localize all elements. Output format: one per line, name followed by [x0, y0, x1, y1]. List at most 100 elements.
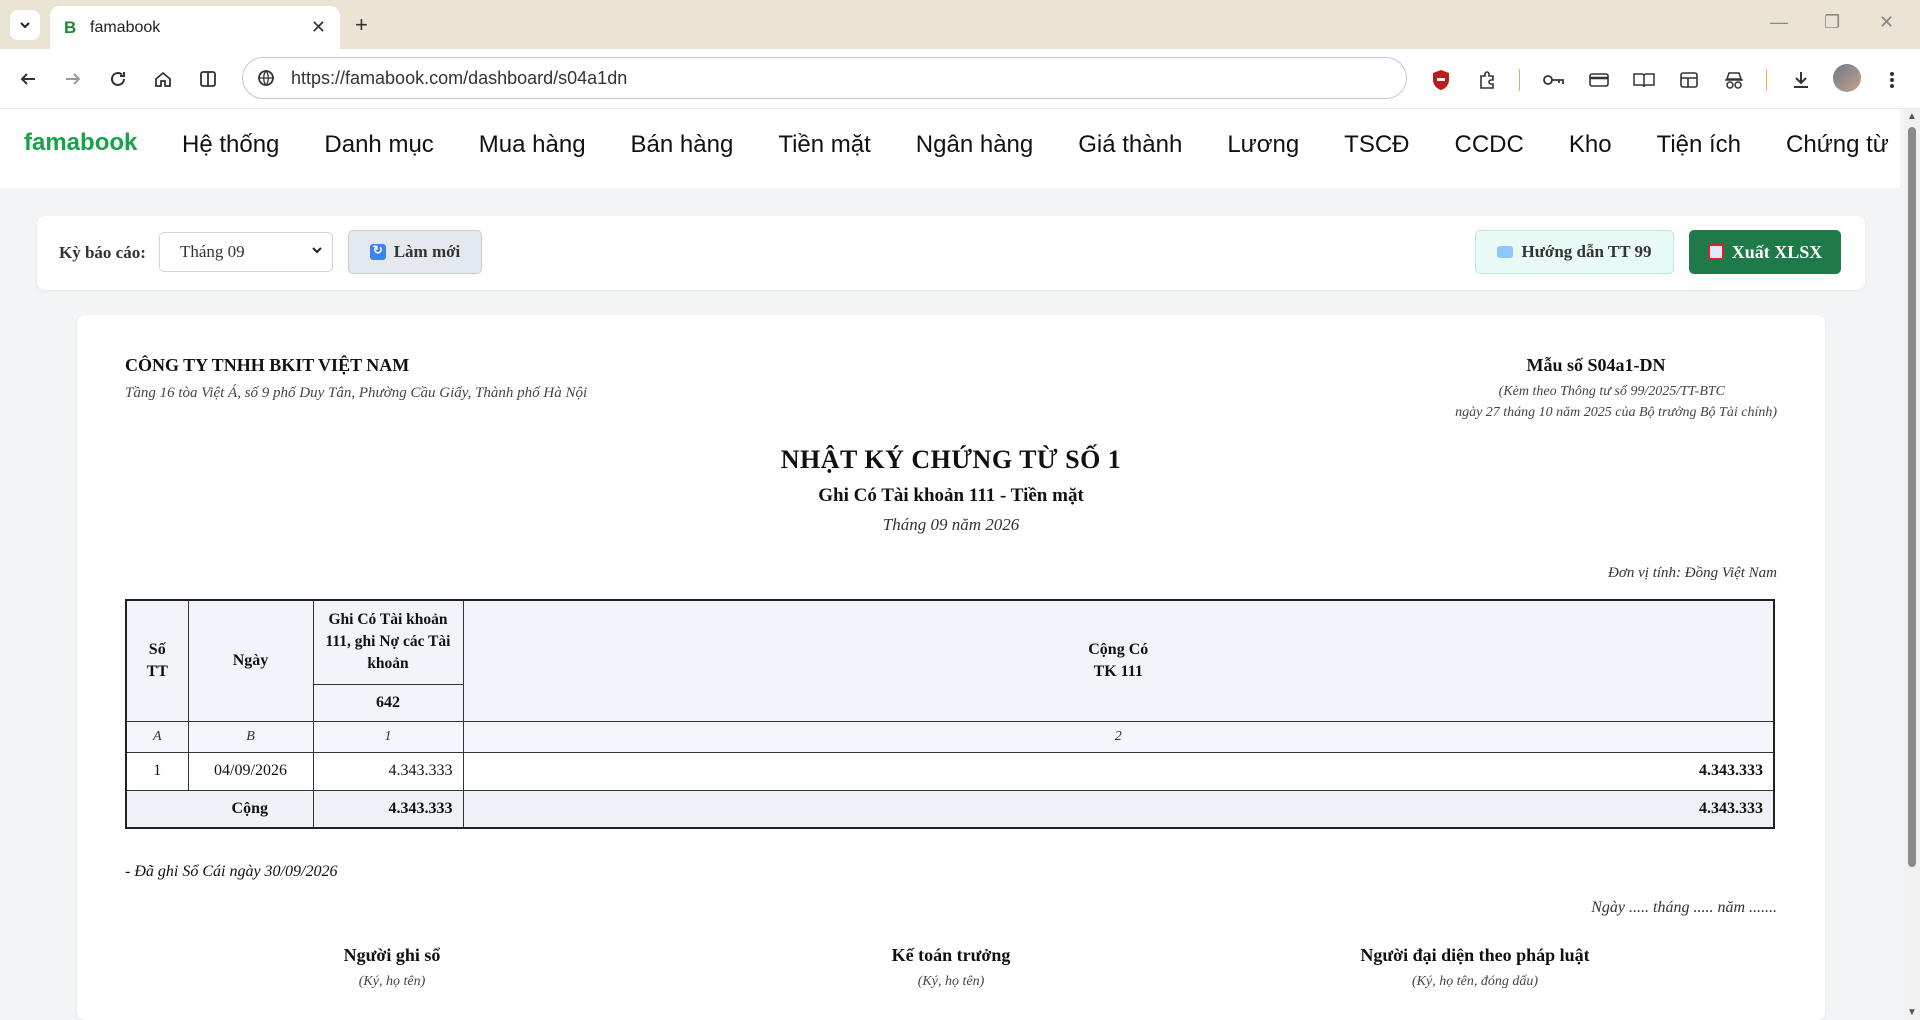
company-name: CÔNG TY TNHH BKIT VIỆT NAM: [125, 355, 410, 375]
row-date: 04/09/2026: [187, 751, 314, 791]
incognito-icon[interactable]: [1721, 67, 1747, 93]
more-menu-icon[interactable]: [1879, 67, 1905, 93]
menu-item-ngan-hang[interactable]: Ngân hàng: [916, 131, 1033, 159]
header-date: Ngày: [187, 599, 314, 722]
refresh-icon: ↻: [369, 243, 386, 260]
back-icon[interactable]: [16, 67, 40, 91]
index-1: 1: [312, 720, 464, 753]
chevron-down-icon: [312, 247, 322, 254]
index-b: B: [187, 720, 314, 753]
main-menu: Hệ thống Danh mục Mua hàng Bán hàng Tiền…: [182, 131, 1889, 159]
split-view-icon[interactable]: [196, 67, 220, 91]
refresh-button[interactable]: ↻ Làm mới: [348, 230, 482, 274]
app-logo[interactable]: famabook: [24, 129, 137, 157]
row-amount-642: 4.343.333: [312, 751, 464, 791]
download-icon[interactable]: [1788, 67, 1814, 93]
menu-item-danh-muc[interactable]: Danh mục: [324, 131, 433, 159]
period-select-value: Tháng 09: [180, 242, 245, 261]
reading-mode-icon[interactable]: [1631, 67, 1657, 93]
menu-item-kho[interactable]: Kho: [1569, 131, 1612, 159]
signer-title: Người ghi sổ: [343, 945, 441, 965]
header-total-credit-line-2: TK 111: [1093, 662, 1143, 680]
total-label: Cộng: [125, 789, 314, 829]
company-address: Tầng 16 tòa Việt Á, số 9 phố Duy Tân, Ph…: [125, 385, 588, 401]
guide-button-label: Hướng dẫn TT 99: [1521, 242, 1652, 261]
site-info-icon[interactable]: [257, 69, 275, 87]
menu-item-tscd[interactable]: TSCĐ: [1344, 131, 1409, 159]
password-key-icon[interactable]: [1541, 67, 1567, 93]
currency-unit: Đơn vị tính: Đồng Việt Nam: [1608, 565, 1777, 581]
restore-icon[interactable]: ❐: [1824, 12, 1840, 33]
menu-item-tien-mat[interactable]: Tiền mặt: [778, 131, 870, 159]
header-stt: Số TT: [125, 599, 189, 722]
chevron-down-icon: [20, 22, 30, 29]
signer-chief-accountant: Kế toán trưởng (Ký, họ tên): [741, 945, 1161, 990]
report-period: Tháng 09 năm 2026: [882, 515, 1020, 534]
total-row: Cộng 4.343.333 4.343.333: [125, 789, 1775, 829]
report-title: NHẬT KÝ CHỨNG TỪ SỐ 1: [780, 445, 1122, 474]
row-total: 4.343.333: [462, 751, 1775, 791]
header-account-642: 642: [312, 683, 464, 722]
index-a: A: [125, 720, 189, 753]
export-xlsx-button[interactable]: Xuất XLSX: [1689, 230, 1841, 274]
book-icon: [1497, 246, 1514, 258]
tab-layout-icon[interactable]: [1676, 67, 1702, 93]
browser-tab-bar: B famabook ✕ + — ❐ ✕: [0, 0, 1920, 49]
tab-search-button[interactable]: [10, 10, 40, 40]
profile-avatar[interactable]: [1833, 64, 1861, 92]
guide-button[interactable]: Hướng dẫn TT 99: [1475, 230, 1674, 274]
extensions-icon[interactable]: [1474, 67, 1500, 93]
menu-item-chung-tu[interactable]: Chứng từ: [1786, 131, 1889, 159]
browser-tab[interactable]: B famabook ✕: [50, 6, 340, 49]
signer-legal-representative: Người đại diện theo pháp luật (Ký, họ tê…: [1265, 945, 1685, 990]
menu-item-he-thong[interactable]: Hệ thống: [182, 131, 279, 159]
scroll-down-icon[interactable]: ▼: [1907, 1007, 1917, 1018]
menu-item-ban-hang[interactable]: Bán hàng: [631, 131, 734, 159]
sign-date-line: Ngày ..... tháng ..... năm .......: [1591, 899, 1777, 916]
minimize-icon[interactable]: —: [1770, 12, 1788, 33]
close-tab-icon[interactable]: ✕: [311, 17, 326, 38]
page-scrollbar[interactable]: ▲ ▼: [1904, 109, 1920, 1020]
form-number: Mẫu số S04a1-DN: [1526, 355, 1666, 375]
form-reference-line-2: ngày 27 tháng 10 năm 2025 của Bộ trưởng …: [1455, 405, 1777, 420]
table-row: 1 04/09/2026 4.343.333 4.343.333: [125, 751, 1775, 791]
famabook-favicon-icon: B: [64, 17, 77, 37]
scrollbar-thumb[interactable]: [1908, 127, 1916, 867]
index-2: 2: [462, 720, 1775, 753]
header-debit-accounts: Ghi Có Tài khoản 111, ghi Nợ các Tài kho…: [312, 599, 464, 685]
menu-item-gia-thanh[interactable]: Giá thành: [1078, 131, 1182, 159]
report-document: CÔNG TY TNHH BKIT VIỆT NAM Tầng 16 tòa V…: [77, 315, 1825, 1020]
signer-instruction: (Ký, họ tên): [917, 974, 985, 989]
menu-item-tien-ich[interactable]: Tiện ích: [1657, 131, 1741, 159]
home-icon[interactable]: [151, 67, 175, 91]
total-amount-642: 4.343.333: [312, 789, 464, 829]
payment-card-icon[interactable]: [1586, 67, 1612, 93]
form-reference: (Kèm theo Thông tư số 99/2025/TT-BTC ngà…: [1377, 381, 1777, 423]
tab-title: famabook: [90, 18, 161, 36]
export-button-label: Xuất XLSX: [1731, 241, 1823, 262]
journal-table: Số TT Ngày Ghi Có Tài khoản 111, ghi Nợ …: [125, 599, 1775, 829]
form-reference-line-1: (Kèm theo Thông tư số 99/2025/TT-BTC: [1498, 384, 1725, 399]
new-tab-icon[interactable]: +: [355, 12, 368, 38]
menu-item-ccdc[interactable]: CCDC: [1455, 131, 1524, 159]
window-close-icon[interactable]: ✕: [1879, 12, 1894, 33]
row-stt: 1: [125, 751, 189, 791]
signer-title: Người đại diện theo pháp luật: [1360, 945, 1590, 965]
signer-instruction: (Ký, họ tên): [358, 974, 426, 989]
reload-icon[interactable]: [106, 67, 130, 91]
report-subtitle: Ghi Có Tài khoản 111 - Tiền mặt: [818, 485, 1084, 506]
export-icon: [1707, 244, 1724, 260]
shield-extension-icon[interactable]: [1428, 67, 1454, 93]
ledger-note: - Đã ghi Sổ Cái ngày 30/09/2026: [125, 863, 338, 880]
forward-icon[interactable]: [61, 67, 85, 91]
browser-toolbar: https://famabook.com/dashboard/s04a1dn: [0, 49, 1920, 109]
signer-instruction: (Ký, họ tên, đóng dấu): [1412, 974, 1538, 989]
menu-item-mua-hang[interactable]: Mua hàng: [479, 131, 586, 159]
period-label: Kỳ báo cáo:: [59, 243, 146, 262]
report-filter-bar: Kỳ báo cáo: Tháng 09 ↻ Làm mới Hướng dẫn…: [37, 216, 1865, 290]
url-text: https://famabook.com/dashboard/s04a1dn: [291, 67, 628, 88]
period-select[interactable]: Tháng 09: [159, 232, 333, 272]
address-bar[interactable]: https://famabook.com/dashboard/s04a1dn: [242, 57, 1407, 99]
menu-item-luong[interactable]: Lương: [1227, 131, 1299, 159]
scroll-up-icon[interactable]: ▲: [1907, 111, 1917, 122]
